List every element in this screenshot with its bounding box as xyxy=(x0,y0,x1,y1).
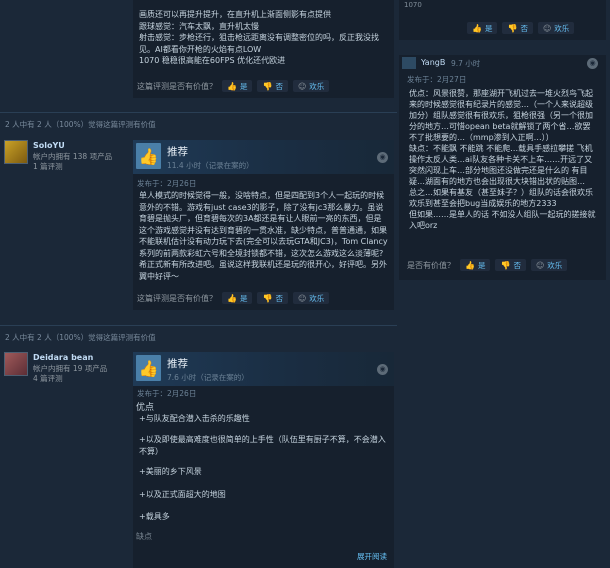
verdict-label: 推荐 xyxy=(167,358,188,370)
pro-item: +载具多 xyxy=(139,512,170,521)
pro-item: +美丽的乡下风景 xyxy=(139,467,202,476)
review-text: 1070 xyxy=(404,1,422,9)
thumbs-down-small-icon: 👎 xyxy=(262,81,273,91)
helpful-question: 这篇评测是否有价值？ xyxy=(137,293,217,303)
found-helpful-text: 2 人中有 2 人（100%）觉得这篇评测有价值 xyxy=(5,333,156,342)
smiley-icon: ☺ xyxy=(535,260,545,270)
helpful-row: 这篇评测是否有价值？ 👍 是 👎 否 ☺ 欢乐 xyxy=(137,292,330,304)
review-text: 画质还可以再提升提升，在直升机上渐面侧影有点提供 跟球感觉：汽车太飘，直升机太慢… xyxy=(139,10,379,65)
section-heading-cons: 缺点 xyxy=(136,532,152,541)
helpful-question: 是否有价值？ xyxy=(407,260,455,270)
smiley-icon: ☺ xyxy=(297,293,307,303)
avatar[interactable] xyxy=(402,57,416,69)
review-verdict[interactable]: 👍 推荐 11.4 小时（记录在案的） ◉ xyxy=(133,140,394,174)
hours-played: 7.6 小时（记录在案的） xyxy=(167,373,249,382)
vote-yes-button[interactable]: 👍 是 xyxy=(222,292,253,304)
review-card: 1070 xyxy=(399,0,606,40)
thumbs-up-icon: 👍 xyxy=(136,143,161,169)
pro-item: +以及正式面超大的地图 xyxy=(139,490,226,499)
pro-item: +与队友配合潜入击杀的乐趣性 xyxy=(139,414,250,423)
found-helpful-text: 2 人中有 2 人（100%）觉得这篇评测有价值 xyxy=(5,120,156,129)
posted-date: 发布于：2月27日 xyxy=(407,75,467,84)
author-name[interactable]: SoloYU xyxy=(33,141,65,150)
vote-yes-button[interactable]: 👍 是 xyxy=(222,80,253,92)
steam-icon: ◉ xyxy=(377,152,388,163)
smiley-icon: ☺ xyxy=(297,81,307,91)
author-name[interactable]: Deidara bean xyxy=(33,353,93,362)
author-block[interactable]: SoloYU 帐户内拥有 138 项产品 1 篇评测 xyxy=(4,140,129,172)
vote-no-button[interactable]: 👎 否 xyxy=(257,80,288,92)
posted-date: 发布于：2月26日 xyxy=(137,389,197,398)
review-verdict[interactable]: 👍 推荐 7.6 小时（记录在案的） ◉ xyxy=(133,352,394,386)
review-text: 优点：风景很赞，那座湖开飞机过去一堆火烈鸟飞起来的时候感觉很有纪录片的感觉…（一… xyxy=(409,89,596,230)
helpful-question: 这篇评测是否有价值？ xyxy=(137,81,217,91)
reviews-column-right: 1070 👍 是 👎 否 ☺ 欢乐 YangB 9.7 小时 ◉ 发布于：2月27日 … xyxy=(397,0,610,568)
hours-played: 9.7 小时 xyxy=(451,59,481,68)
vote-no-button[interactable]: 👎 否 xyxy=(502,22,533,34)
posted-date: 发布于：2月26日 xyxy=(137,179,197,188)
reviews-column: 画质还可以再提升提升，在直升机上渐面侧影有点提供 跟球感觉：汽车太飘，直升机太慢… xyxy=(0,0,397,568)
helpful-row: 是否有价值？ 👍 是 👎 否 ☺ 欢乐 xyxy=(407,259,568,271)
steam-icon: ◉ xyxy=(377,364,388,375)
verdict-label: 推荐 xyxy=(167,146,188,158)
divider xyxy=(0,325,397,326)
thumbs-up-small-icon: 👍 xyxy=(465,260,475,270)
vote-yes-button[interactable]: 👍 是 xyxy=(460,259,491,271)
review-text: 单人模式的时候觉得一般，没啥特点，但是四配到3个人一起玩的时候意外的不错。游戏有… xyxy=(139,191,388,281)
thumbs-up-small-icon: 👍 xyxy=(472,23,482,33)
smiley-icon: ☺ xyxy=(542,23,552,33)
thumbs-up-small-icon: 👍 xyxy=(227,81,237,91)
author-name[interactable]: YangB xyxy=(421,58,445,67)
pro-item: +以及即使最高难度也很简单的上手性（队伍里有厨子不算，不会潜入不算） xyxy=(139,435,386,456)
divider xyxy=(0,112,397,113)
avatar[interactable] xyxy=(4,352,28,376)
vote-no-button[interactable]: 👎 否 xyxy=(495,259,526,271)
hours-played: 11.4 小时（记录在案的） xyxy=(167,161,254,170)
thumbs-down-small-icon: 👎 xyxy=(507,23,518,33)
author-reviews[interactable]: 4 篇评测 xyxy=(33,373,63,384)
helpful-row: 这篇评测是否有价值？ 👍 是 👎 否 ☺ 欢乐 xyxy=(137,80,330,92)
avatar[interactable] xyxy=(4,140,28,164)
vote-no-button[interactable]: 👎 否 xyxy=(257,292,288,304)
vote-yes-button[interactable]: 👍 是 xyxy=(467,22,498,34)
read-more-link[interactable]: 展开阅读 xyxy=(357,551,387,562)
author-reviews[interactable]: 1 篇评测 xyxy=(33,161,63,172)
vote-funny-button[interactable]: ☺ 欢乐 xyxy=(292,80,330,92)
helpful-row: 👍 是 👎 否 ☺ 欢乐 xyxy=(467,22,575,34)
vote-funny-button[interactable]: ☺ 欢乐 xyxy=(292,292,330,304)
steam-icon: ◉ xyxy=(587,58,598,69)
thumbs-up-icon: 👍 xyxy=(136,355,161,381)
thumbs-up-small-icon: 👍 xyxy=(227,293,237,303)
thumbs-down-small-icon: 👎 xyxy=(262,293,273,303)
author-block[interactable]: Deidara bean 帐户内拥有 19 项产品 4 篇评测 xyxy=(4,352,129,384)
vote-funny-button[interactable]: ☺ 欢乐 xyxy=(530,259,568,271)
vote-funny-button[interactable]: ☺ 欢乐 xyxy=(537,22,575,34)
section-heading-pros: 优点 xyxy=(136,403,155,413)
thumbs-down-small-icon: 👎 xyxy=(500,260,511,270)
